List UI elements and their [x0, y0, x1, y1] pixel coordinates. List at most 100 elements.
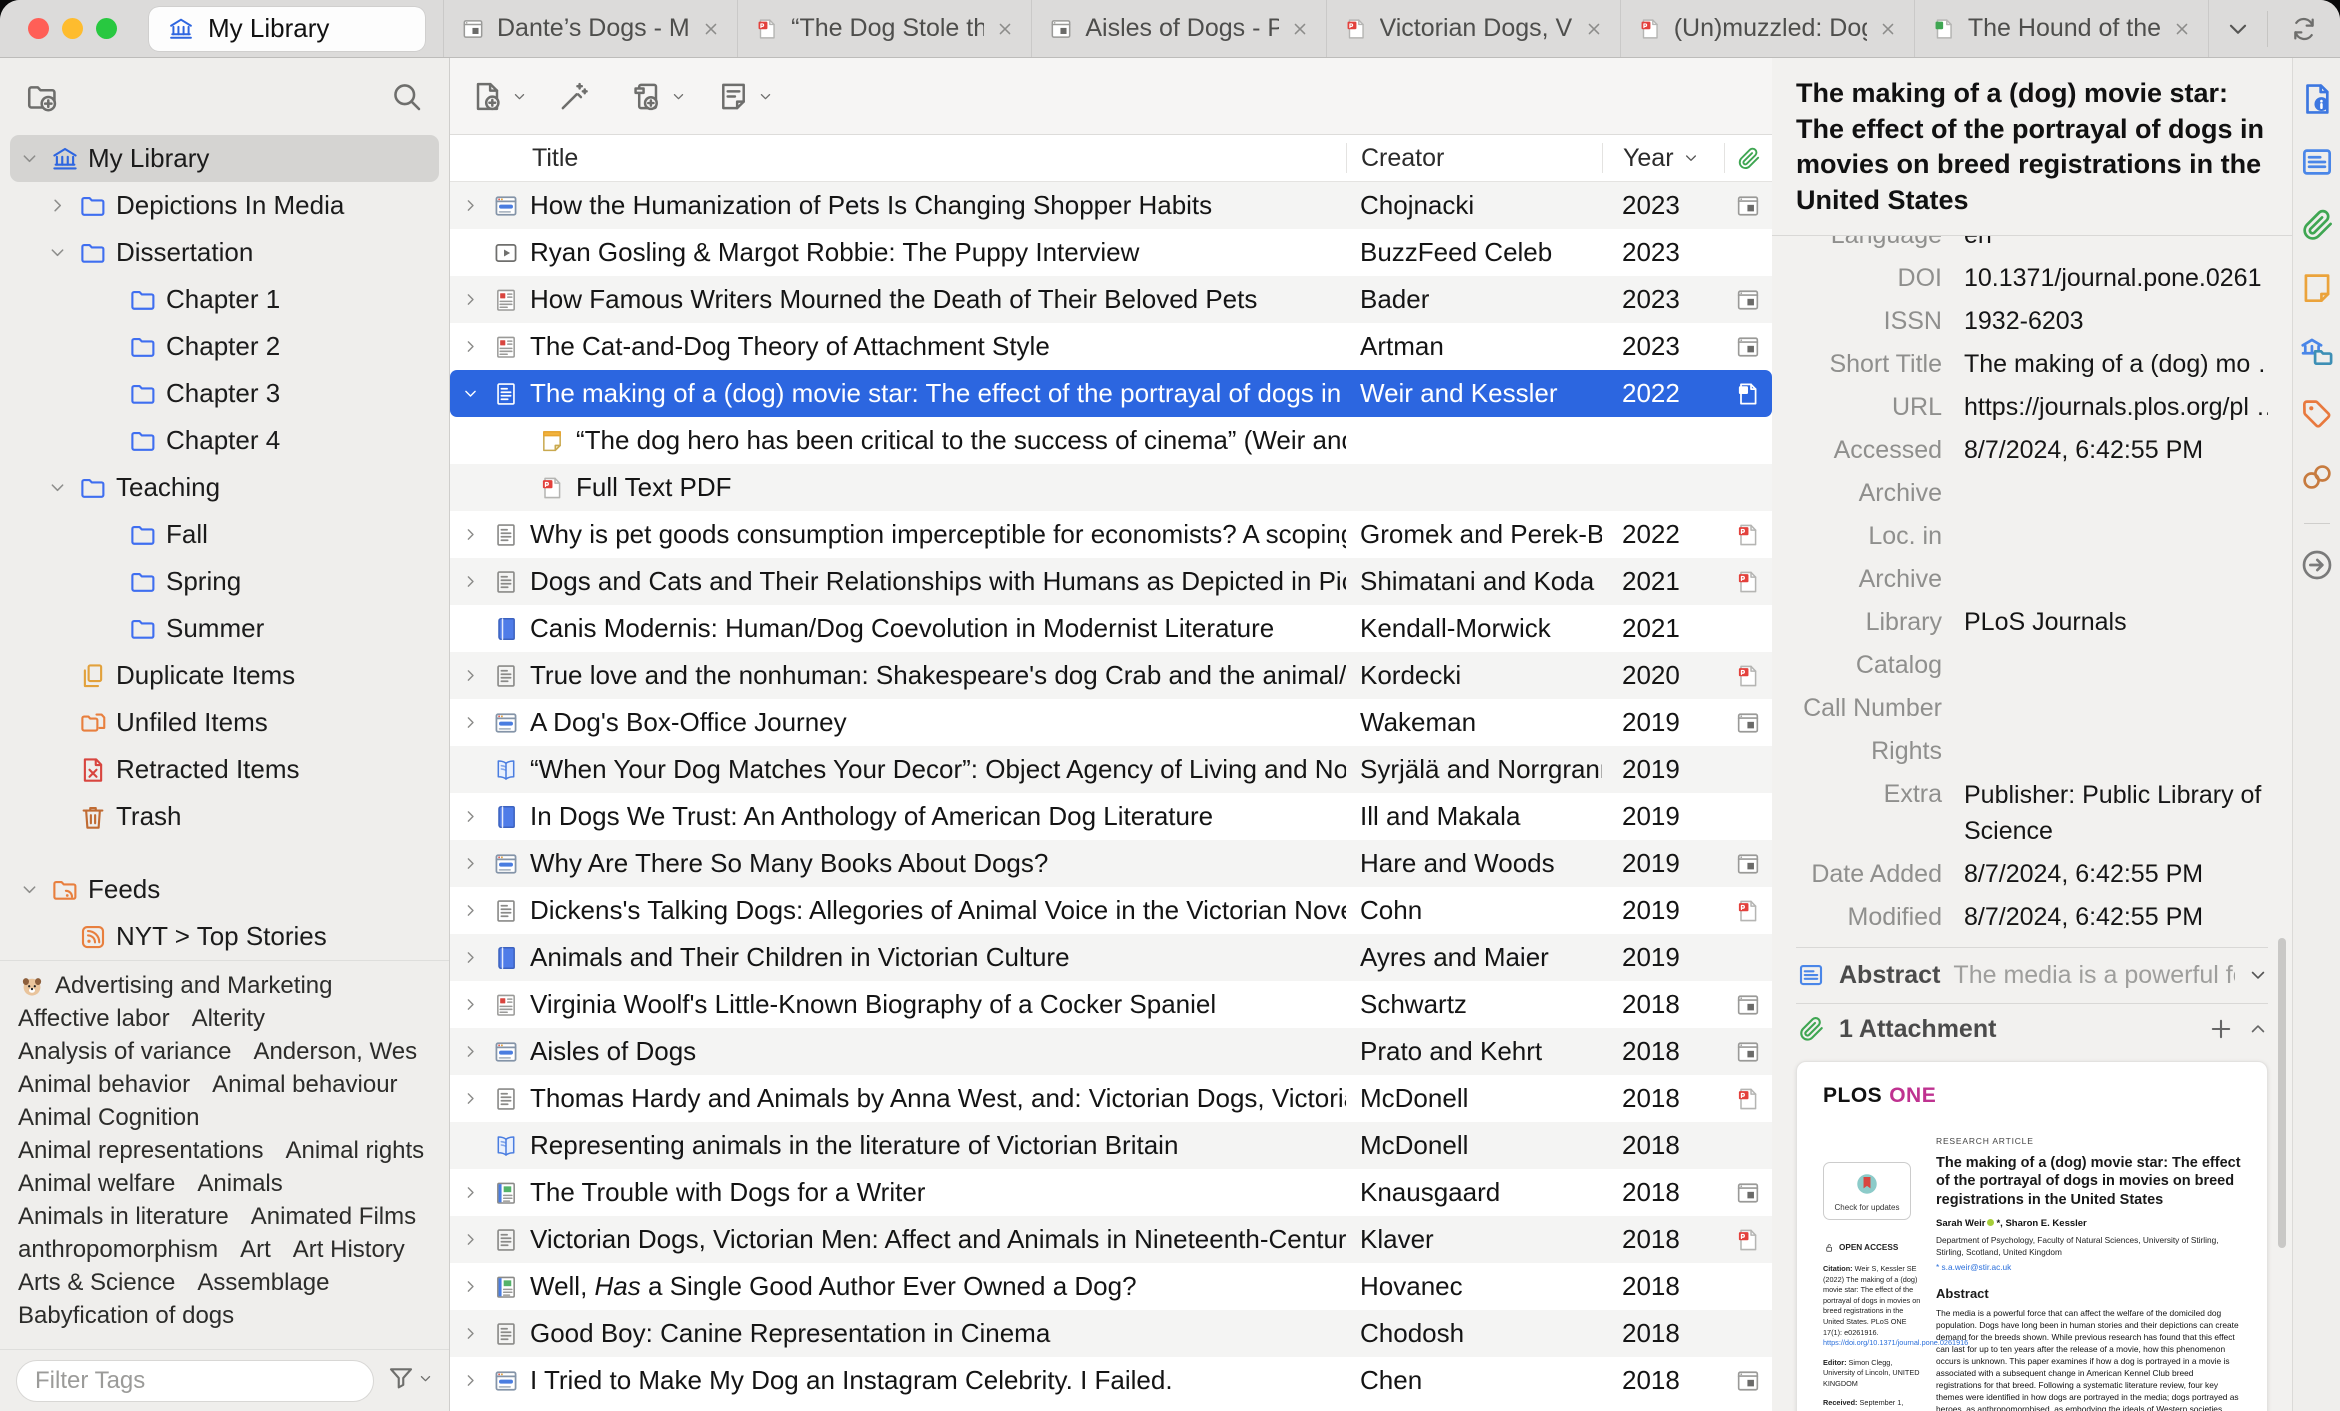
sidenav-button[interactable] — [2298, 206, 2336, 249]
tag-item[interactable]: Animated Films — [251, 1200, 416, 1233]
field-value[interactable] — [1964, 687, 2268, 730]
column-header-creator[interactable]: Creator — [1346, 143, 1602, 173]
item-row[interactable]: In Dogs We Trust: An Anthology of Americ… — [450, 793, 1772, 840]
toolbar-button[interactable] — [629, 79, 686, 114]
metadata-field[interactable]: Loc. in Archive — [1796, 515, 2268, 601]
twisty-icon[interactable] — [462, 902, 492, 919]
item-row[interactable]: “When Your Dog Matches Your Decor”: Obje… — [450, 746, 1772, 793]
metadata-field[interactable]: Call Number — [1796, 687, 2268, 730]
item-row[interactable]: Animals and Their Children in Victorian … — [450, 934, 1772, 981]
tag-filter-options-button[interactable] — [386, 1363, 433, 1398]
field-value[interactable]: en — [1964, 236, 2268, 257]
tag-item[interactable]: Arts & Science — [18, 1266, 175, 1299]
tag-item[interactable]: Alterity — [192, 1002, 265, 1035]
field-value[interactable]: 1932-6203 — [1964, 300, 2268, 343]
twisty-icon[interactable] — [462, 855, 492, 872]
metadata-field[interactable]: Rights — [1796, 730, 2268, 773]
field-value[interactable] — [1964, 515, 2268, 601]
field-value[interactable]: Publisher: Public Library of Science — [1964, 773, 2268, 853]
close-icon[interactable] — [2172, 19, 2192, 39]
tag-item[interactable]: Animal rights — [285, 1134, 424, 1167]
metadata-field[interactable]: Date Added 8/7/2024, 6:42:55 PM — [1796, 853, 2268, 896]
twisty-icon[interactable] — [462, 714, 492, 731]
twisty-icon[interactable] — [462, 1090, 492, 1107]
close-icon[interactable] — [1290, 19, 1310, 39]
sidenav-button[interactable] — [2298, 458, 2336, 501]
metadata-field[interactable]: Short Title The making of a (dog) mo … — [1796, 343, 2268, 386]
sidenav-button[interactable] — [2298, 546, 2336, 589]
item-row[interactable]: Aisles of Dogs Prato and Kehrt 2018 — [450, 1028, 1772, 1075]
metadata-field[interactable]: Accessed 8/7/2024, 6:42:55 PM — [1796, 429, 2268, 472]
item-row[interactable]: True love and the nonhuman: Shakespeare'… — [450, 652, 1772, 699]
tag-item[interactable]: Art — [240, 1233, 271, 1266]
twisty-icon[interactable] — [462, 338, 492, 355]
tag-item[interactable]: Affective labor — [18, 1002, 170, 1035]
reader-tab[interactable]: Dante’s Dogs - Mang — [443, 0, 739, 57]
twisty-icon[interactable] — [462, 526, 492, 543]
minimize-window-button[interactable] — [62, 18, 83, 39]
tag-item[interactable]: Anderson, Wes — [253, 1035, 417, 1068]
item-row[interactable]: Ryan Gosling & Margot Robbie: The Puppy … — [450, 229, 1772, 276]
collection-row[interactable]: Retracted Items — [10, 746, 439, 793]
field-value[interactable] — [1964, 472, 2268, 515]
metadata-field[interactable]: Language en — [1796, 236, 2268, 257]
twisty-icon[interactable] — [20, 880, 50, 899]
field-value[interactable]: PLoS Journals — [1964, 601, 2268, 687]
tag-item[interactable]: Animals in literature — [18, 1200, 229, 1233]
collection-row[interactable]: Fall — [10, 511, 439, 558]
column-header-year[interactable]: Year — [1602, 143, 1724, 173]
reader-tab[interactable]: “The Dog Stole the P — [738, 0, 1033, 57]
abstract-section[interactable]: Abstract The media is a powerful forc… — [1796, 946, 2268, 1003]
twisty-icon[interactable] — [462, 573, 492, 590]
item-row[interactable]: A Dog's Box-Office Journey Wakeman 2019 — [450, 699, 1772, 746]
twisty-icon[interactable] — [20, 149, 50, 168]
item-row[interactable]: Dogs and Cats and Their Relationships wi… — [450, 558, 1772, 605]
collection-row[interactable]: Spring — [10, 558, 439, 605]
collection-row[interactable]: Teaching — [10, 464, 439, 511]
item-row[interactable]: Good Boy: Canine Representation in Cinem… — [450, 1310, 1772, 1357]
metadata-field[interactable]: Archive — [1796, 472, 2268, 515]
close-icon[interactable] — [701, 19, 721, 39]
collections-search-button[interactable] — [389, 79, 425, 115]
twisty-icon[interactable] — [462, 197, 492, 214]
collection-row[interactable]: Chapter 2 — [10, 323, 439, 370]
column-header-title[interactable]: Title — [450, 143, 1346, 173]
metadata-field[interactable]: Extra Publisher: Public Library of Scien… — [1796, 773, 2268, 853]
tag-item[interactable]: Animal representations — [18, 1134, 263, 1167]
twisty-icon[interactable] — [462, 1184, 492, 1201]
reader-tab[interactable]: Aisles of Dogs - Pra — [1032, 0, 1327, 57]
scrollbar[interactable] — [2278, 938, 2286, 1248]
item-row[interactable]: Why is pet goods consumption imperceptib… — [450, 511, 1772, 558]
twisty-icon[interactable] — [462, 1043, 492, 1060]
item-row[interactable]: I Tried to Make My Dog an Instagram Cele… — [450, 1357, 1772, 1404]
collection-row[interactable]: Unfiled Items — [10, 699, 439, 746]
twisty-icon[interactable] — [462, 667, 492, 684]
tag-item[interactable]: Babyfication of dogs — [18, 1299, 234, 1332]
sidenav-button[interactable] — [2298, 332, 2336, 375]
toolbar-button[interactable] — [470, 79, 527, 114]
item-row[interactable]: The Cat-and-Dog Theory of Attachment Sty… — [450, 323, 1772, 370]
tag-item[interactable]: Animal welfare — [18, 1167, 175, 1200]
metadata-field[interactable]: Library Catalog PLoS Journals — [1796, 601, 2268, 687]
collection-row[interactable]: NYT > Top Stories — [10, 913, 439, 960]
field-value[interactable]: 8/7/2024, 6:42:55 PM — [1964, 853, 2268, 896]
item-row[interactable]: How Famous Writers Mourned the Death of … — [450, 276, 1772, 323]
twisty-icon[interactable] — [48, 243, 78, 262]
collection-row[interactable]: Chapter 1 — [10, 276, 439, 323]
item-row[interactable]: Well, Has a Single Good Author Ever Owne… — [450, 1263, 1772, 1310]
reader-tab[interactable]: (Un)muzzled: Dogs i — [1621, 0, 1915, 57]
twisty-icon[interactable] — [48, 478, 78, 497]
tag-item[interactable]: Animal Cognition — [18, 1101, 199, 1134]
collection-row[interactable]: Feeds — [10, 866, 439, 913]
toolbar-button[interactable] — [716, 79, 773, 114]
twisty-icon[interactable] — [462, 996, 492, 1013]
item-row[interactable]: The making of a (dog) movie star: The ef… — [450, 370, 1772, 417]
filter-tags-input[interactable] — [16, 1359, 374, 1402]
item-row[interactable]: Thomas Hardy and Animals by Anna West, a… — [450, 1075, 1772, 1122]
close-icon[interactable] — [995, 19, 1015, 39]
reader-tab[interactable]: The Hound of the Ba — [1915, 0, 2210, 57]
item-row[interactable]: Representing animals in the literature o… — [450, 1122, 1772, 1169]
item-row[interactable]: Victorian Dogs, Victorian Men: Affect an… — [450, 1216, 1772, 1263]
sync-button[interactable] — [2268, 13, 2340, 45]
metadata-field[interactable]: URL https://journals.plos.org/pl … — [1796, 386, 2268, 429]
